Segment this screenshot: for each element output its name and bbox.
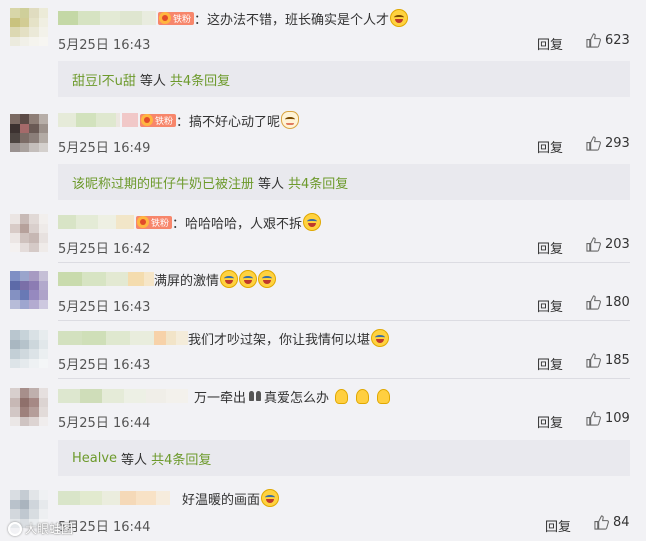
comment-text: 满屏的激情 <box>154 273 220 289</box>
watermark: 大眼蛙图 <box>8 520 73 537</box>
like-button[interactable]: 293 <box>586 136 630 151</box>
thumbs-up-icon <box>586 411 601 426</box>
watermark-logo-icon <box>8 521 22 536</box>
like-button[interactable]: 185 <box>586 353 630 368</box>
subreply-user[interactable]: Healve <box>72 451 117 466</box>
fan-badge: 铁粉 <box>158 11 195 25</box>
avatar[interactable] <box>10 330 48 368</box>
username-blurred[interactable] <box>58 272 154 286</box>
timestamp: 5月25日 16:43 <box>58 358 151 373</box>
username-blurred[interactable] <box>58 11 156 25</box>
character-emoji-icon <box>377 388 391 404</box>
crown-icon <box>141 114 153 126</box>
username-blurred[interactable] <box>58 389 188 403</box>
laugh-cry-emoji-icon <box>371 329 390 347</box>
thumbs-up-icon <box>586 295 601 310</box>
like-button[interactable]: 203 <box>586 237 630 252</box>
timestamp: 5月25日 16:49 <box>58 141 151 156</box>
timestamp: 5月25日 16:44 <box>58 416 151 431</box>
laughing-emoji-icon <box>390 9 409 27</box>
like-count: 623 <box>605 33 630 48</box>
subreply-suffix: 等人 <box>121 452 148 468</box>
divider <box>58 262 630 263</box>
like-count: 180 <box>605 295 630 310</box>
watermark-text: 大眼蛙图 <box>25 522 74 536</box>
reply-button[interactable]: 回复 <box>537 354 563 373</box>
avatar[interactable] <box>10 114 48 152</box>
divider <box>58 378 630 379</box>
like-count: 84 <box>613 515 630 530</box>
fan-badge: 铁粉 <box>140 113 177 127</box>
avatar[interactable] <box>10 271 48 309</box>
character-emoji-icon <box>335 388 349 404</box>
comment-text: ：哈哈哈哈，人艰不拆 <box>172 216 303 232</box>
timestamp: 5月25日 16:42 <box>58 242 151 257</box>
crown-icon <box>137 216 149 228</box>
subreply-count[interactable]: 共4条回复 <box>151 449 211 468</box>
reply-button[interactable]: 回复 <box>537 137 563 156</box>
laugh-cry-emoji-icon <box>303 213 322 231</box>
timestamp: 5月25日 16:43 <box>58 38 151 53</box>
like-button[interactable]: 109 <box>586 411 630 426</box>
thumbs-up-icon <box>586 353 601 368</box>
reply-button[interactable]: 回复 <box>537 238 563 257</box>
cat-face-emoji-icon <box>281 111 300 129</box>
like-button[interactable]: 180 <box>586 295 630 310</box>
comment-text: 我们才吵过架，你让我情何以堪 <box>188 332 371 348</box>
couple-icon <box>248 391 262 401</box>
reply-button[interactable]: 回复 <box>537 296 563 315</box>
comment-text-start: 万一牵出 <box>194 390 247 406</box>
subreply-suffix: 等人 <box>258 176 285 192</box>
laugh-cry-emoji-icon <box>261 489 280 507</box>
laugh-cry-emoji-icon <box>258 270 277 288</box>
comment-text: ：这办法不错，班长确实是个人才 <box>194 12 390 28</box>
comment-text: 好温暖的画面 <box>182 492 261 508</box>
username-blurred[interactable] <box>58 113 120 127</box>
reply-button[interactable]: 回复 <box>537 34 563 53</box>
comment-text-end: 真爱怎么办 <box>264 390 330 406</box>
thumbs-up-icon <box>594 515 609 530</box>
laugh-cry-emoji-icon <box>239 270 258 288</box>
avatar[interactable] <box>10 388 48 426</box>
like-count: 203 <box>605 237 630 252</box>
username-blurred[interactable] <box>58 331 188 345</box>
character-emoji-icon <box>356 388 370 404</box>
subreply-count[interactable]: 共4条回复 <box>288 173 348 192</box>
like-count: 109 <box>605 411 630 426</box>
thumbs-up-icon <box>586 136 601 151</box>
subreply-count[interactable]: 共4条回复 <box>170 70 230 89</box>
subreply-user[interactable]: 甜豆l不u甜 <box>72 70 136 89</box>
avatar[interactable] <box>10 214 48 252</box>
divider <box>58 320 630 321</box>
thumbs-up-icon <box>586 33 601 48</box>
username-blurred-tail <box>122 113 138 127</box>
crown-icon <box>159 12 171 24</box>
like-button[interactable]: 84 <box>594 515 630 530</box>
thumbs-up-icon <box>586 237 601 252</box>
laugh-cry-emoji-icon <box>220 270 239 288</box>
subreply-user[interactable]: 该昵称过期的旺仔牛奶已被注册 <box>72 173 254 192</box>
username-blurred[interactable] <box>58 215 134 229</box>
avatar[interactable] <box>10 8 48 46</box>
subreply-summary[interactable]: Healve 等人 共4条回复 <box>58 440 630 476</box>
subreply-suffix: 等人 <box>139 73 166 89</box>
comment-text: ：搞不好心动了呢 <box>176 114 281 130</box>
like-button[interactable]: 623 <box>586 33 630 48</box>
reply-button[interactable]: 回复 <box>545 516 571 535</box>
subreply-summary[interactable]: 该昵称过期的旺仔牛奶已被注册 等人 共4条回复 <box>58 164 630 200</box>
like-count: 185 <box>605 353 630 368</box>
timestamp: 5月25日 16:43 <box>58 300 151 315</box>
like-count: 293 <box>605 136 630 151</box>
fan-badge: 铁粉 <box>136 215 173 229</box>
subreply-summary[interactable]: 甜豆l不u甜 等人 共4条回复 <box>58 61 630 97</box>
reply-button[interactable]: 回复 <box>537 412 563 431</box>
username-blurred[interactable] <box>58 491 170 505</box>
